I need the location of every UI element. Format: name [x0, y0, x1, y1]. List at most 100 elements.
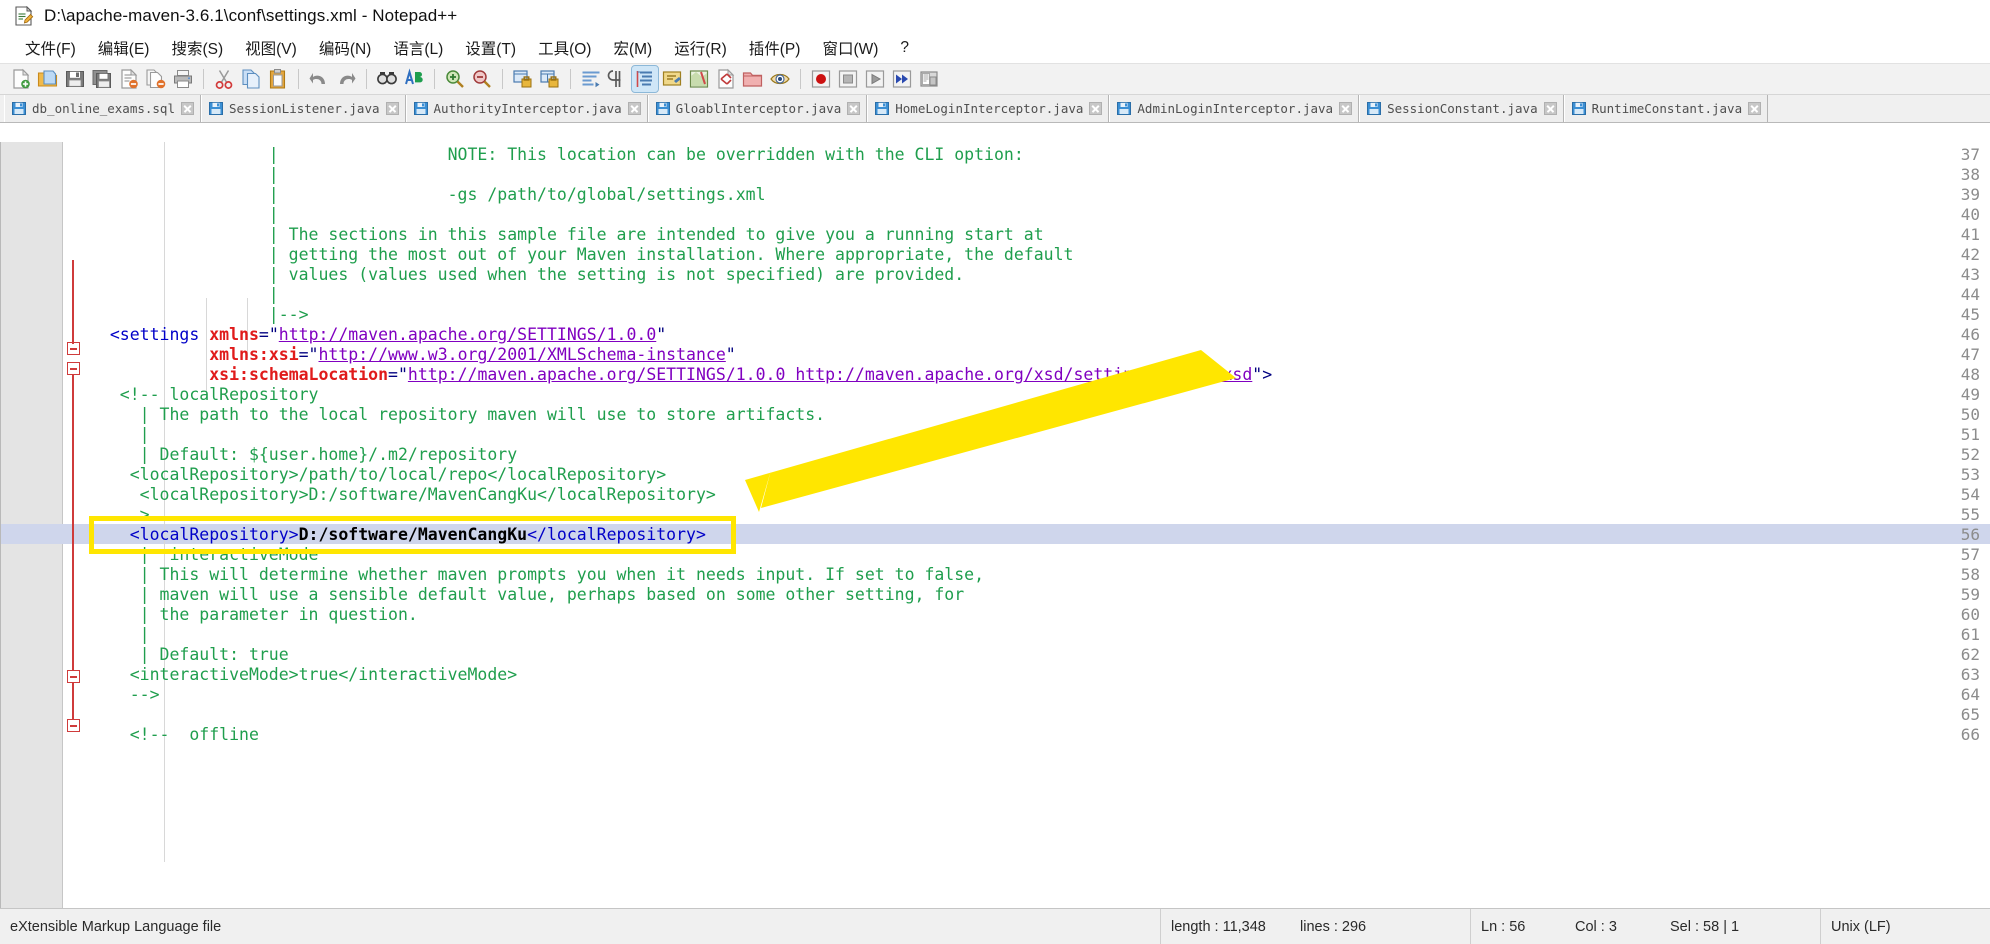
tab-sessionconstant-java[interactable]: SessionConstant.java	[1359, 95, 1564, 122]
code-line-38[interactable]: |	[90, 165, 279, 185]
toolbar-sync-horizontal-scroll-icon[interactable]	[537, 66, 563, 92]
tab-adminlogininterceptor-java[interactable]: AdminLoginInterceptor.java	[1109, 95, 1360, 122]
menu-tools[interactable]: 工具(O)	[527, 35, 602, 61]
toolbar-copy-icon[interactable]	[238, 66, 264, 92]
toolbar-show-all-characters-icon[interactable]	[605, 66, 631, 92]
tab-close-icon[interactable]	[1748, 102, 1762, 115]
menu-edit[interactable]: 编辑(E)	[87, 35, 161, 61]
tab-close-icon[interactable]	[1089, 102, 1103, 115]
toolbar-undo-icon[interactable]	[306, 66, 332, 92]
code-line-59[interactable]: | maven will use a sensible default valu…	[90, 585, 965, 605]
code-line-56[interactable]: <localRepository>D:/software/MavenCangKu…	[90, 525, 706, 545]
toolbar-new-file-icon[interactable]	[8, 66, 34, 92]
toolbar-close-all-icon[interactable]	[143, 66, 169, 92]
menu-plugins[interactable]: 插件(P)	[738, 35, 812, 61]
toolbar-cut-icon[interactable]	[211, 66, 237, 92]
toolbar-zoom-in-icon[interactable]	[442, 66, 468, 92]
fold-marker[interactable]	[67, 719, 80, 732]
toolbar-find-icon[interactable]	[374, 66, 400, 92]
toolbar-function-list-icon[interactable]	[713, 66, 739, 92]
toolbar-play-macro-icon[interactable]	[862, 66, 888, 92]
toolbar-paste-icon[interactable]	[265, 66, 291, 92]
tab-homelogininterceptor-java[interactable]: HomeLoginInterceptor.java	[867, 95, 1110, 122]
tab-db-online-exams-sql[interactable]: db_online_exams.sql	[4, 95, 201, 122]
tab-close-icon[interactable]	[627, 102, 641, 115]
code-line-48[interactable]: xsi:schemaLocation="http://maven.apache.…	[90, 365, 1272, 385]
code-line-54[interactable]: <localRepository>D:/software/MavenCangKu…	[90, 485, 716, 505]
code-line-41[interactable]: | The sections in this sample file are i…	[90, 225, 1044, 245]
toolbar-zoom-out-icon[interactable]	[469, 66, 495, 92]
toolbar-save-all-icon[interactable]	[89, 66, 115, 92]
menu-macro[interactable]: 宏(M)	[602, 35, 663, 61]
menu-language[interactable]: 语言(L)	[382, 35, 454, 61]
code-line-51[interactable]: |	[90, 425, 150, 445]
toolbar-record-macro-icon[interactable]	[808, 66, 834, 92]
code-line-40[interactable]: |	[90, 205, 279, 225]
toolbar-open-folder-icon[interactable]	[35, 66, 61, 92]
tab-close-icon[interactable]	[1543, 102, 1557, 115]
code-line-52[interactable]: | Default: ${user.home}/.m2/repository	[90, 445, 518, 465]
menu-help[interactable]: ?	[889, 37, 920, 59]
tab-label: HomeLoginInterceptor.java	[895, 101, 1084, 116]
tab-close-icon[interactable]	[385, 102, 399, 115]
menu-view[interactable]: 视图(V)	[234, 35, 308, 61]
toolbar-print-icon[interactable]	[170, 66, 196, 92]
code-line-46[interactable]: <settings xmlns="http://maven.apache.org…	[90, 325, 666, 345]
toolbar-folder-as-workspace-icon[interactable]	[740, 66, 766, 92]
toolbar-word-wrap-icon[interactable]	[578, 66, 604, 92]
tab-runtimeconstant-java[interactable]: RuntimeConstant.java	[1563, 95, 1769, 122]
tab-close-icon[interactable]	[1339, 102, 1353, 115]
menu-search[interactable]: 搜索(S)	[160, 35, 234, 61]
tab-gloablinterceptor-java[interactable]: GloablInterceptor.java	[647, 95, 868, 122]
code-line-58[interactable]: | This will determine whether maven prom…	[90, 565, 984, 585]
code-line-50[interactable]: | The path to the local repository maven…	[90, 405, 825, 425]
editor-area[interactable]: 37 38 39 40 41 42 43 44 45 46 47 48 49 50 51 52 53 54 55 56…	[0, 142, 1990, 908]
code-line-47[interactable]: xmlns:xsi="http://www.w3.org/2001/XMLSch…	[90, 345, 736, 365]
play-macro-icon	[864, 68, 886, 90]
code-line-37[interactable]: | NOTE: This location can be overridden …	[90, 145, 1024, 165]
code-text[interactable]: | NOTE: This location can be overridden …	[90, 142, 1990, 908]
toolbar-monitoring-icon[interactable]	[767, 66, 793, 92]
tab-authorityinterceptor-java[interactable]: AuthorityInterceptor.java	[405, 95, 648, 122]
code-line-42[interactable]: | getting the most out of your Maven ins…	[90, 245, 1074, 265]
menu-window[interactable]: 窗口(W)	[811, 35, 889, 61]
code-line-57[interactable]: | interactiveMode	[90, 545, 319, 565]
code-line-66[interactable]: <!-- offline	[90, 725, 259, 745]
code-line-45[interactable]: |-->	[90, 305, 309, 325]
tab-close-icon[interactable]	[847, 102, 861, 115]
toolbar-save-icon[interactable]	[62, 66, 88, 92]
code-line-49[interactable]: <!-- localRepository	[90, 385, 319, 405]
menu-file[interactable]: 文件(F)	[14, 35, 87, 61]
saved-file-icon	[1571, 102, 1586, 115]
menu-encoding[interactable]: 编码(N)	[308, 35, 383, 61]
fold-marker[interactable]	[67, 670, 80, 683]
code-line-53[interactable]: <localRepository>/path/to/local/repo</lo…	[90, 465, 666, 485]
toolbar-close-file-icon[interactable]	[116, 66, 142, 92]
code-line-44[interactable]: |	[90, 285, 279, 305]
fold-marker[interactable]	[67, 362, 80, 375]
code-token: | the parameter in question.	[90, 605, 418, 624]
tab-close-icon[interactable]	[181, 102, 194, 115]
code-line-63[interactable]: <interactiveMode>true</interactiveMode>	[90, 665, 517, 685]
toolbar-user-defined-language-icon[interactable]	[659, 66, 685, 92]
toolbar-document-map-icon[interactable]	[686, 66, 712, 92]
tab-sessionlistener-java[interactable]: SessionListener.java	[201, 95, 406, 122]
toolbar-stop-recording-icon[interactable]	[835, 66, 861, 92]
menu-settings[interactable]: 设置(T)	[454, 35, 527, 61]
code-line-55[interactable]: >	[90, 505, 150, 525]
toolbar-sync-vertical-scroll-icon[interactable]	[510, 66, 536, 92]
code-line-61[interactable]: |	[90, 625, 150, 645]
toolbar-indent-guideline-icon[interactable]	[631, 65, 659, 93]
code-token: ="	[298, 345, 319, 364]
code-line-43[interactable]: | values (values used when the setting i…	[90, 265, 964, 285]
code-line-60[interactable]: | the parameter in question.	[90, 605, 418, 625]
code-line-62[interactable]: | Default: true	[90, 645, 289, 665]
toolbar-redo-icon[interactable]	[333, 66, 359, 92]
toolbar-run-macro-multiple-icon[interactable]	[889, 66, 915, 92]
toolbar-replace-icon[interactable]	[401, 66, 427, 92]
code-line-39[interactable]: | -gs /path/to/global/settings.xml	[90, 185, 766, 205]
code-line-64[interactable]: -->	[90, 685, 160, 705]
menu-run[interactable]: 运行(R)	[663, 35, 738, 61]
toolbar-run-icon[interactable]	[916, 66, 942, 92]
